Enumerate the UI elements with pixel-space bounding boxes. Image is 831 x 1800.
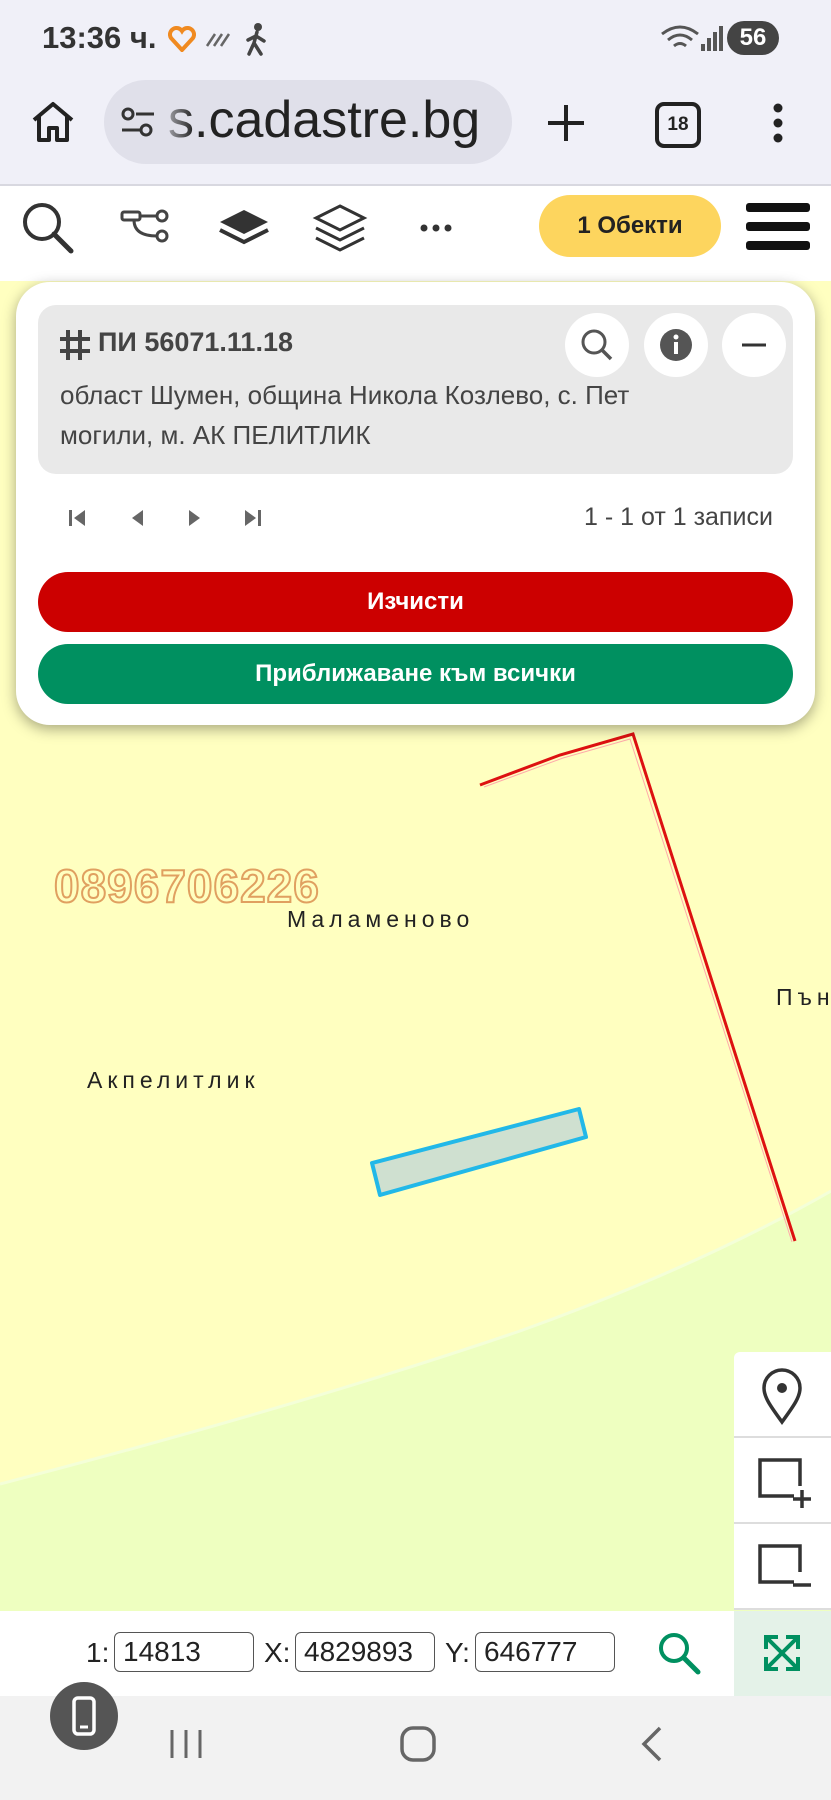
- home-nav-icon[interactable]: [398, 1724, 438, 1764]
- zoom-in-box-icon: [758, 1458, 811, 1508]
- parcel-info-button[interactable]: [644, 313, 708, 377]
- scale-label: 1:: [86, 1637, 110, 1668]
- map-label-partial: Пън: [776, 984, 831, 1010]
- status-time: 13:36 ч.: [42, 20, 157, 55]
- prev-page-icon[interactable]: [125, 504, 149, 532]
- heart-app-icon: [168, 26, 196, 52]
- y-coordinate-input[interactable]: 646777: [475, 1632, 615, 1672]
- hamburger-menu-icon[interactable]: [746, 203, 810, 251]
- phone-watermark: 0896706226: [53, 859, 320, 913]
- signal-lines-icon: [205, 33, 231, 47]
- x-coordinate-input[interactable]: 4829893: [295, 1632, 435, 1672]
- zoom-out-box-icon: [758, 1544, 811, 1587]
- location-pin-icon: [762, 1368, 802, 1426]
- back-nav-icon[interactable]: [636, 1724, 668, 1764]
- zoom-in-box-button[interactable]: [734, 1438, 831, 1524]
- scale-input[interactable]: 14813: [114, 1632, 254, 1672]
- url-bar[interactable]: s.cadastre.bg: [104, 80, 512, 164]
- new-tab-icon[interactable]: [546, 103, 586, 143]
- map-label-malamenovo: Маламеново: [287, 906, 475, 932]
- fullscreen-button[interactable]: [734, 1611, 831, 1696]
- tab-switcher-button[interactable]: 18: [655, 102, 701, 148]
- url-text: s.cadastre.bg: [168, 91, 481, 149]
- browser-menu-icon[interactable]: [770, 103, 786, 143]
- parcel-title: ПИ 56071.11.18: [98, 327, 293, 357]
- expand-icon: [764, 1635, 800, 1671]
- zoom-to-all-button[interactable]: Приближаване към всички: [38, 644, 793, 704]
- search-icon: [581, 329, 613, 361]
- home-icon[interactable]: [30, 100, 76, 144]
- clear-button[interactable]: Изчисти: [38, 572, 793, 632]
- route-icon[interactable]: [120, 200, 176, 256]
- parcel-collapse-button[interactable]: [722, 313, 786, 377]
- cell-signal-icon: [701, 26, 723, 51]
- parcel-search-button[interactable]: [565, 313, 629, 377]
- layer-filled-icon[interactable]: [216, 200, 272, 256]
- map-label-akpelitlik: Акпелитлик: [87, 1067, 260, 1093]
- first-page-icon[interactable]: [66, 504, 90, 532]
- walking-icon: [246, 23, 266, 56]
- phone-device-icon: [72, 1696, 96, 1736]
- search-icon[interactable]: [20, 200, 76, 256]
- zoom-out-box-button[interactable]: [734, 1524, 831, 1610]
- layers-icon[interactable]: [312, 200, 368, 256]
- y-label: Y:: [445, 1637, 470, 1668]
- pager-text: 1 - 1 от 1 записи: [584, 503, 773, 531]
- last-page-icon[interactable]: [240, 504, 264, 532]
- locate-button[interactable]: [734, 1352, 831, 1438]
- hash-icon: [60, 330, 90, 360]
- site-settings-icon[interactable]: [120, 106, 156, 138]
- floating-phone-button[interactable]: [50, 1682, 118, 1750]
- go-to-coordinates-icon[interactable]: [656, 1630, 702, 1676]
- parcel-address: област Шумен, община Никола Козлево, с. …: [60, 380, 630, 450]
- battery-indicator: 56: [727, 21, 779, 55]
- more-icon[interactable]: [412, 200, 468, 256]
- next-page-icon[interactable]: [183, 504, 207, 532]
- minus-icon: [742, 343, 766, 347]
- info-icon: [660, 329, 692, 361]
- wifi-icon: [661, 25, 699, 48]
- recent-apps-icon[interactable]: [166, 1726, 206, 1762]
- selected-parcel-shape[interactable]: [360, 1091, 600, 1201]
- x-label: X:: [264, 1637, 291, 1668]
- objects-button[interactable]: 1 Обекти: [539, 195, 721, 257]
